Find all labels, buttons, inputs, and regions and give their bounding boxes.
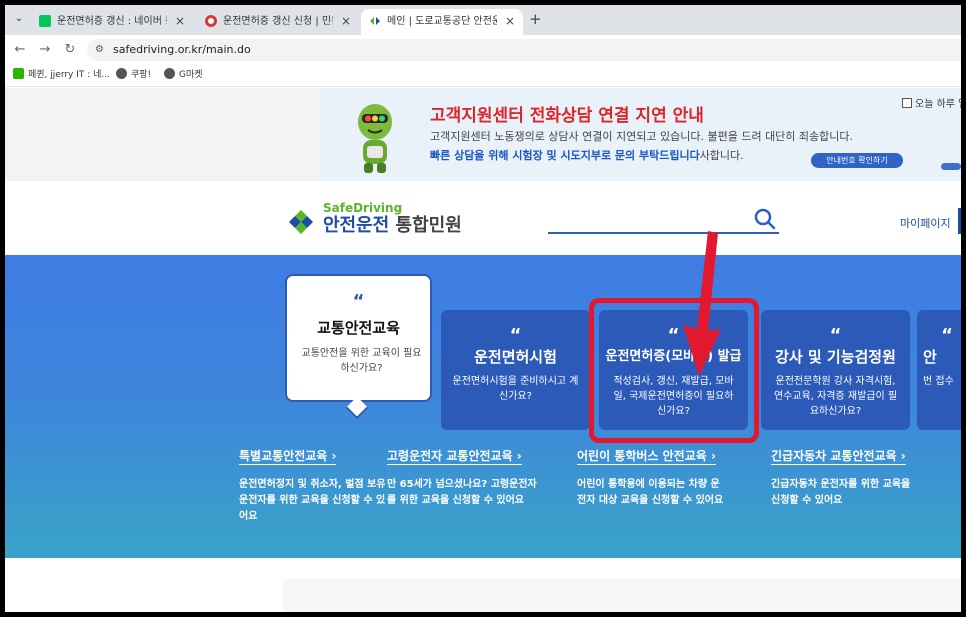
bookmark-item[interactable]: 쿠팡!	[116, 68, 151, 82]
card-partial[interactable]: “ 안 번 접수	[917, 310, 961, 430]
tab-safedriving-main[interactable]: 메인 | 도로교통공단 안전운전 ×	[361, 9, 523, 35]
tab-title: 운전면허증 갱신 신청 | 민원안내	[223, 16, 333, 27]
quote-icon: “	[352, 291, 365, 312]
gov-favicon-icon	[205, 15, 217, 27]
red-arrow-annotation	[683, 231, 721, 376]
bookmark-label: 페퀸, jjerry IT : 네...	[28, 70, 111, 80]
link-special-education[interactable]: 특별교통안전교육 › 운전면허정지 및 취소자, 벌점 보유 운전자를 위한 교…	[239, 445, 389, 525]
search-icon[interactable]	[753, 207, 777, 231]
site-info-icon[interactable]: ⚙	[95, 43, 104, 57]
card-title: 안	[923, 348, 937, 366]
quote-icon: “	[829, 325, 842, 346]
link-desc: 어린이 통학용에 이용되는 차량 운전자 대상 교육을 신청할 수 있어요	[577, 479, 724, 506]
tab-strip: ⌄ 운전면허증 갱신 : 네이버 통합 × 운전면허증 갱신 신청 | 민원안내…	[5, 5, 961, 35]
tab-title: 운전면허증 갱신 : 네이버 통합	[57, 16, 167, 27]
browser-window: ⌄ 운전면허증 갱신 : 네이버 통합 × 운전면허증 갱신 신청 | 민원안내…	[5, 5, 961, 612]
card-license-test[interactable]: “ 운전면허시험 운전면허시험을 준비하시고 계신가요?	[441, 310, 590, 430]
bookmark-label: G마켓	[179, 70, 203, 80]
quote-icon: “	[509, 325, 522, 346]
notice-banner: 고객지원센터 전화상담 연결 지연 안내 고객지원센터 노동쟁의로 상담사 연결…	[5, 88, 961, 181]
page-content: 고객지원센터 전화상담 연결 지연 안내 고객지원센터 노동쟁의로 상담사 연결…	[5, 88, 961, 612]
today-close-label: 오늘 하루 열	[915, 99, 961, 110]
tab-title: 메인 | 도로교통공단 안전운전	[387, 16, 497, 27]
screenshot-frame: ⌄ 운전면허증 갱신 : 네이버 통합 × 운전면허증 갱신 신청 | 민원안내…	[0, 0, 966, 617]
logo-title[interactable]: 안전운전 통합민원	[323, 215, 462, 237]
tab-close-icon[interactable]: ×	[341, 14, 351, 28]
bookmarks-bar: 페퀸, jjerry IT : 네... 쿠팡! G마켓	[5, 65, 961, 87]
mascot-icon	[358, 104, 392, 173]
globe-icon	[164, 68, 175, 79]
link-desc: 긴급자동차 운전자를 위한 교육을 신청할 수 있어요	[771, 479, 911, 506]
tab-search-menu-icon[interactable]: ⌄	[11, 11, 27, 27]
today-close-checkbox[interactable]: 오늘 하루 열	[902, 98, 961, 112]
logo-clover-icon[interactable]	[285, 206, 317, 238]
notice-text: 고객지원센터 노동쟁의로 상담사 연결이 지연되고 있습니다. 불편을 드려 대…	[430, 130, 854, 143]
new-tab-button[interactable]: +	[529, 12, 542, 27]
reload-icon[interactable]: ↻	[61, 41, 79, 59]
address-bar[interactable]: ⚙ safedriving.or.kr/main.do	[87, 39, 961, 61]
notice-text-rest: 사합니다.	[699, 149, 744, 162]
card-title: 운전면허시험	[474, 348, 557, 366]
header-menu-button[interactable]	[958, 208, 961, 234]
card-desc: 교통안전을 위한 교육이 필요하신가요?	[301, 348, 422, 374]
naver-favicon-icon	[39, 15, 51, 27]
bookmark-item[interactable]: 페퀸, jjerry IT : 네...	[13, 68, 110, 82]
card-title: 교통안전교육	[317, 319, 400, 337]
link-desc: 운전면허정지 및 취소자, 벌점 보유 운전자를 위한 교육을 신청할 수 있어…	[239, 479, 386, 522]
back-arrow-icon[interactable]: ←	[11, 41, 29, 59]
browser-toolbar: ← → ↻ ⚙ safedriving.or.kr/main.do	[5, 35, 961, 65]
logo-main-text: 안전운전	[323, 215, 390, 236]
card-desc: 운전전문학원 강사 자격시험, 연수교육, 자격증 재발급이 필요하신가요?	[773, 376, 898, 417]
link-emergency-vehicle-education[interactable]: 긴급자동차 교통안전교육 › 긴급자동차 운전자를 위한 교육을 신청할 수 있…	[771, 445, 921, 509]
forward-arrow-icon[interactable]: →	[36, 41, 54, 59]
notice-highlight-text: 빠른 상담을 위해 시험장 및 시도지부로 문의 부탁드립니다	[430, 149, 700, 162]
checkbox-icon[interactable]	[902, 98, 912, 108]
notice-title: 고객지원센터 전화상담 연결 지연 안내	[430, 106, 704, 126]
link-title[interactable]: 어린이 통학버스 안전교육 ›	[577, 448, 716, 465]
lower-panel	[283, 579, 961, 612]
card-traffic-safety-education[interactable]: “ 교통안전교육 교통안전을 위한 교육이 필요하신가요?	[285, 274, 432, 402]
link-senior-education[interactable]: 고령운전자 교통안전교육 › 만 65세가 넘으셨나요? 고령운전자를 위한 교…	[387, 445, 537, 509]
red-highlight-box	[589, 298, 759, 443]
link-title[interactable]: 긴급자동차 교통안전교육 ›	[771, 448, 906, 465]
bookmark-favicon-icon	[13, 68, 24, 79]
tab-close-icon[interactable]: ×	[175, 14, 185, 28]
bookmark-item[interactable]: G마켓	[164, 68, 203, 82]
link-desc: 만 65세가 넘으셨나요? 고령운전자를 위한 교육을 신청할 수 있어요	[387, 479, 537, 506]
tab-gov-service[interactable]: 운전면허증 갱신 신청 | 민원안내 ×	[197, 9, 359, 35]
card-title: 강사 및 기능검정원	[775, 348, 896, 366]
card-instructor-examiner[interactable]: “ 강사 및 기능검정원 운전전문학원 강사 자격시험, 연수교육, 자격증 재…	[761, 310, 910, 430]
site-header: SafeDriving 안전운전 통합민원 마이페이지	[5, 181, 961, 255]
link-title[interactable]: 특별교통안전교육 ›	[239, 448, 337, 465]
safedriving-favicon-icon	[370, 17, 380, 25]
tab-naver-search[interactable]: 운전면허증 갱신 : 네이버 통합 ×	[31, 9, 193, 35]
tab-close-icon[interactable]: ×	[505, 14, 515, 28]
notice-info-button[interactable]: 안내번호 확인하기	[811, 153, 903, 168]
mypage-link[interactable]: 마이페이지	[900, 217, 951, 231]
bookmark-label: 쿠팡!	[131, 70, 152, 80]
logo-subtitle[interactable]: SafeDriving	[323, 202, 402, 215]
notice-pager[interactable]	[941, 163, 961, 170]
hero-section: “ 교통안전교육 교통안전을 위한 교육이 필요하신가요? “ 운전면허시험 운…	[5, 255, 961, 558]
link-title[interactable]: 고령운전자 교통안전교육 ›	[387, 448, 522, 465]
card-desc: 번 접수	[923, 376, 954, 387]
globe-icon	[116, 68, 127, 79]
quote-icon: “	[941, 325, 953, 346]
notice-text-highlight: 빠른 상담을 위해 시험장 및 시도지부로 문의 부탁드립니다사합니다.	[430, 149, 744, 163]
card-desc: 운전면허시험을 준비하시고 계신가요?	[452, 376, 579, 402]
logo-suffix-text: 통합민원	[395, 215, 462, 236]
search-input[interactable]	[548, 232, 779, 234]
link-school-bus-education[interactable]: 어린이 통학버스 안전교육 › 어린이 통학용에 이용되는 차량 운전자 대상 …	[577, 445, 727, 509]
url-text[interactable]: safedriving.or.kr/main.do	[113, 43, 251, 57]
